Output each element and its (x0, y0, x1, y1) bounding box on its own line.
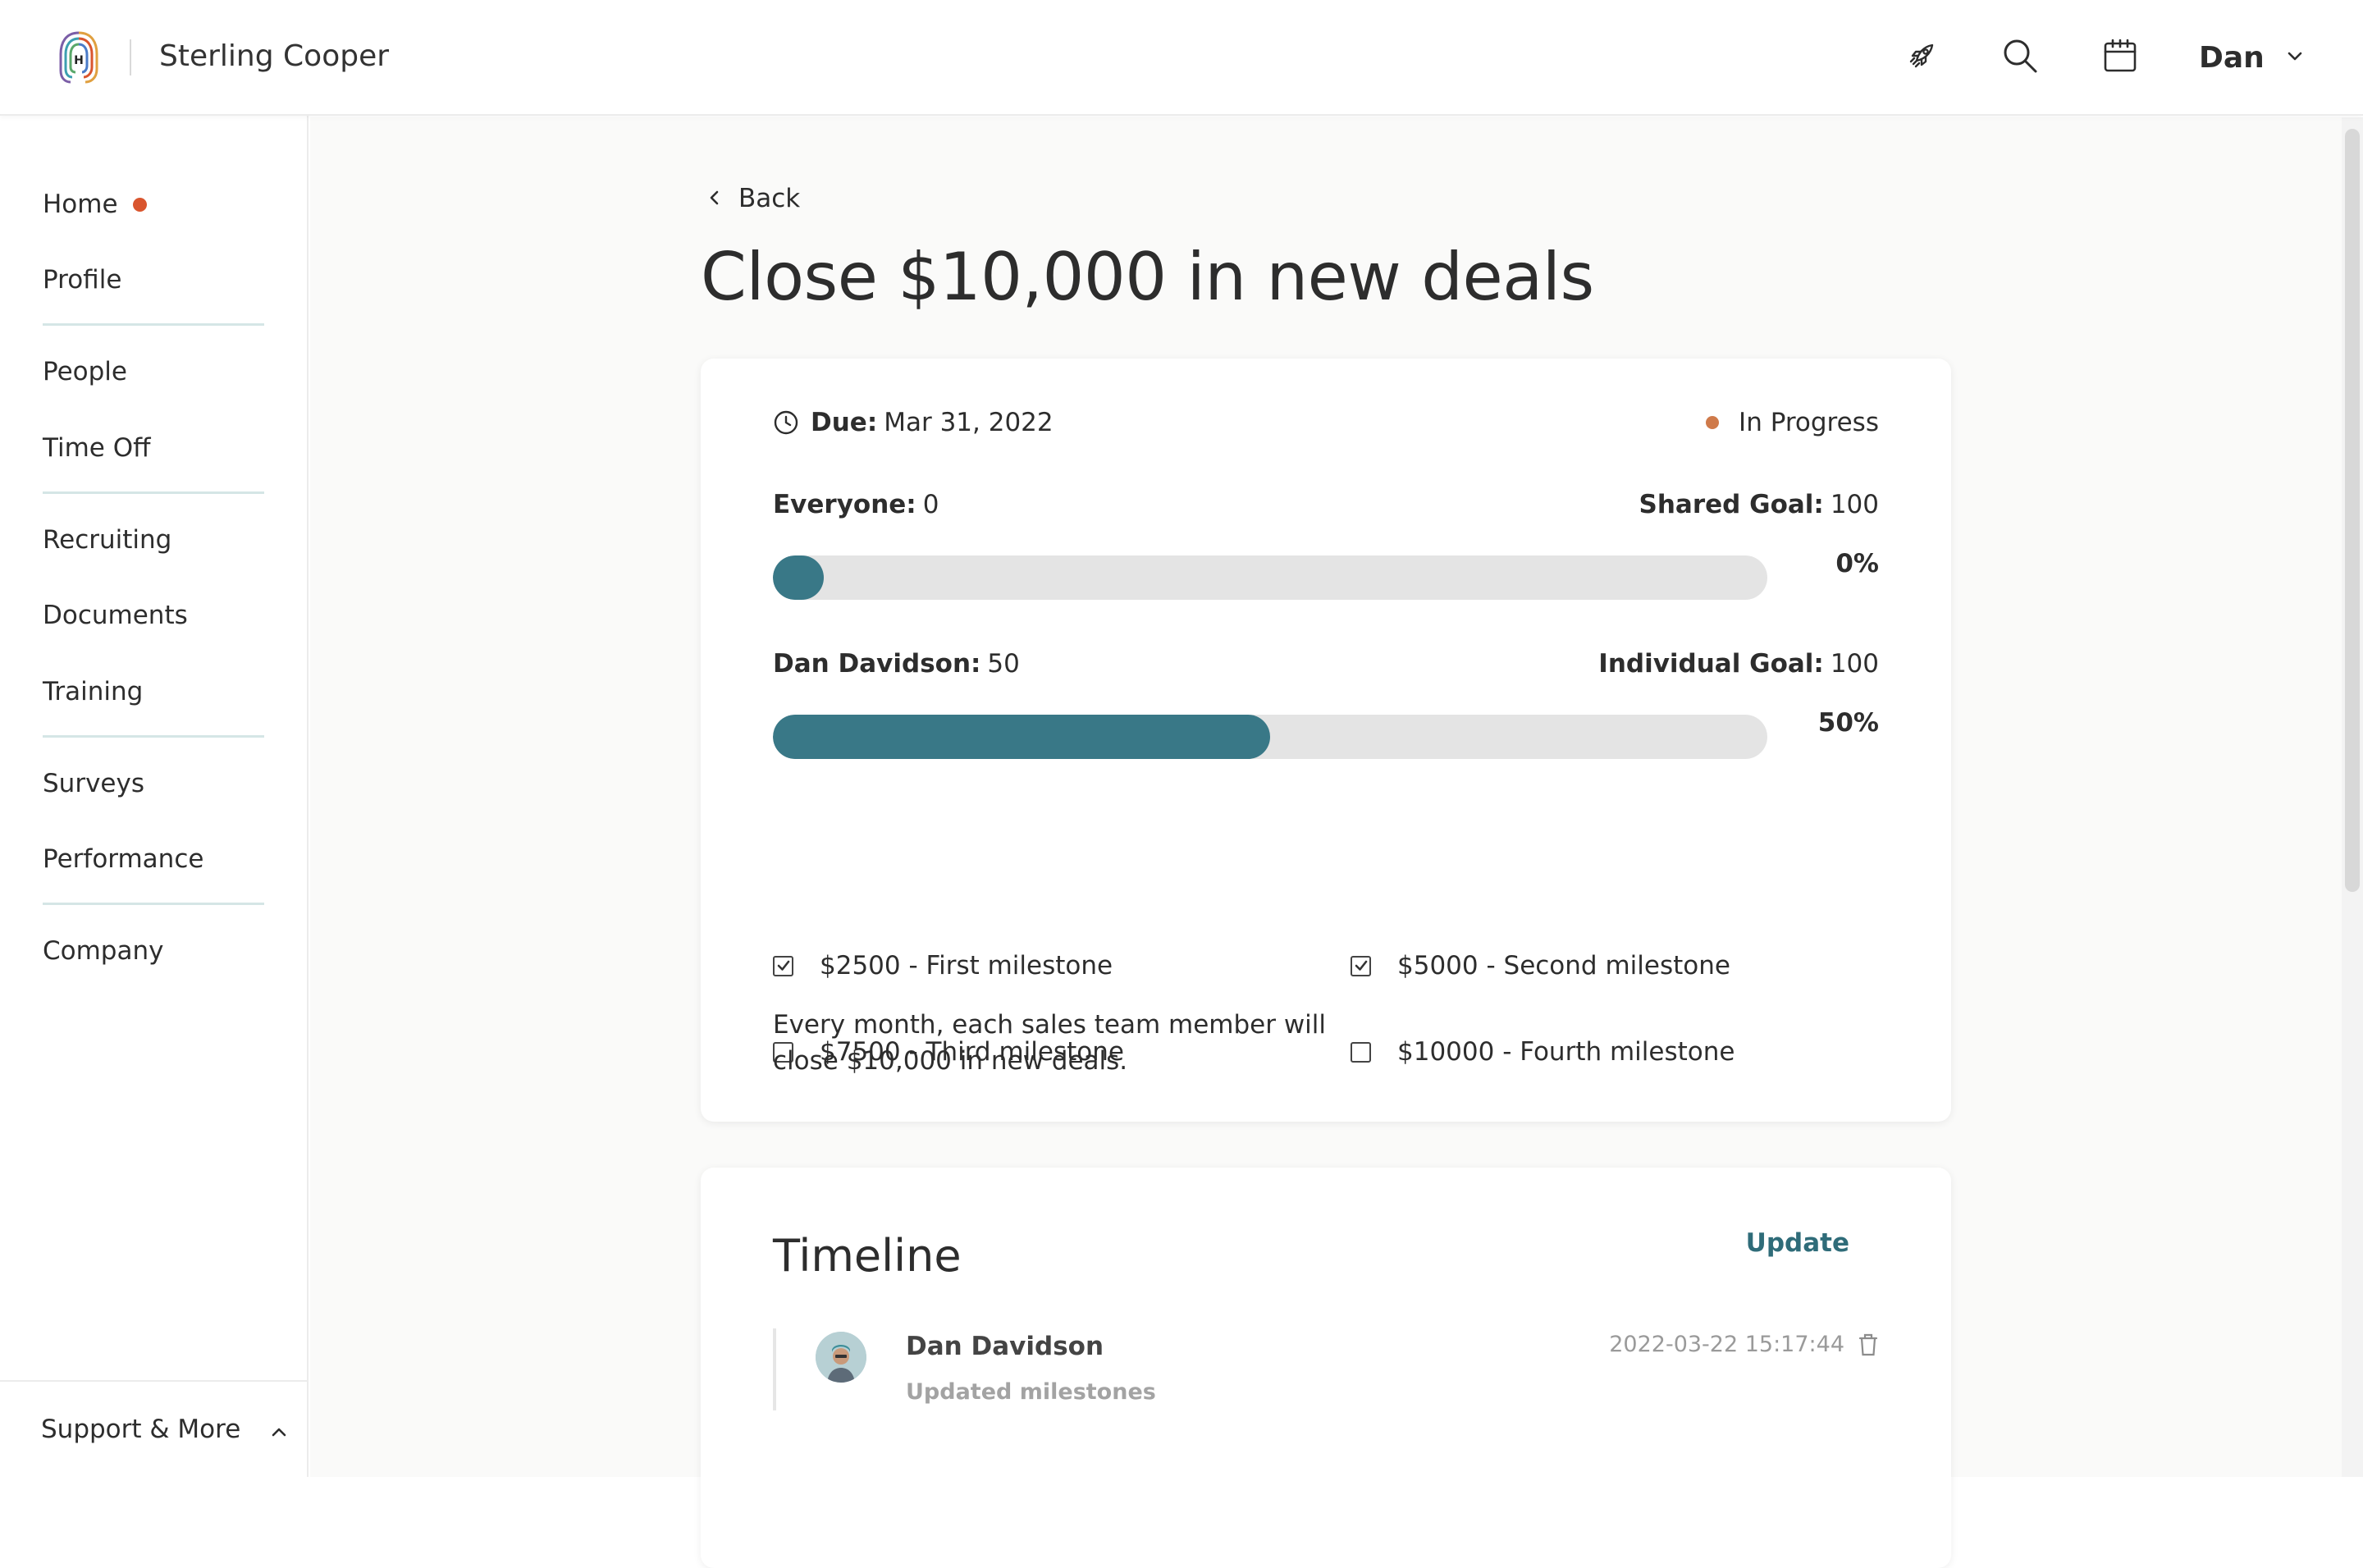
shared-progress-bar (773, 555, 1767, 600)
shared-percent: 0% (1835, 549, 1879, 578)
main-content: Back Close $10,000 in new deals Due: Mar… (310, 117, 2363, 1568)
avatar (816, 1332, 866, 1383)
sidebar-item-people[interactable]: People (43, 351, 127, 392)
individual-value: 50 (987, 649, 1020, 679)
progress-fill (773, 715, 1270, 759)
scrollbar-thumb[interactable] (2345, 129, 2360, 892)
milestone-checkbox[interactable] (1351, 955, 1371, 976)
brand-divider (130, 39, 131, 75)
goal-description: Every month, each sales team member will… (773, 1010, 1327, 1076)
goal-card: Due: Mar 31, 2022 In Progress Everyone: … (701, 359, 1951, 1122)
milestone-label: $2500 - First milestone (820, 951, 1113, 981)
chevron-up-icon (270, 1415, 288, 1444)
individual-name-label: Dan Davidson: (773, 649, 981, 679)
clock-icon (773, 409, 799, 436)
svg-text:H: H (74, 54, 84, 67)
sidebar-item-surveys[interactable]: Surveys (43, 763, 144, 804)
everyone-label: Everyone: (773, 490, 916, 519)
individual-goal-label: Individual Goal: 100 (1598, 646, 1879, 682)
timestamp: 2022-03-22 15:17:44 (1609, 1332, 1844, 1357)
individual-percent: 50% (1817, 708, 1879, 738)
status-dot (1706, 416, 1720, 429)
update-button[interactable]: Update (1746, 1228, 1849, 1258)
due-value: Mar 31, 2022 (884, 408, 1054, 437)
timeline-action: Updated milestones (906, 1379, 1156, 1405)
status-indicator: In Progress (1706, 405, 1879, 441)
everyone-value: 0 (922, 490, 939, 519)
sidebar-item-documents[interactable]: Documents (43, 595, 188, 636)
shared-progress-label: Everyone: 0 (773, 487, 939, 523)
sidebar-item-performance[interactable]: Performance (43, 839, 203, 880)
individual-goal-value: 100 (1830, 649, 1879, 679)
sidebar-item-recruiting[interactable]: Recruiting (43, 519, 171, 560)
individual-progress-label: Dan Davidson: 50 (773, 646, 1020, 682)
sidebar-item-label: Company (43, 936, 164, 966)
sidebar-item-profile[interactable]: Profile (43, 259, 121, 300)
company-logo-icon[interactable]: H (54, 28, 103, 87)
timeline-date: 2022-03-22 15:17:44 (1609, 1332, 1879, 1357)
milestone-label: $5000 - Second milestone (1397, 951, 1730, 981)
milestone-item[interactable]: $10000 - Fourth milestone (1351, 1034, 1735, 1070)
chevron-down-icon (2286, 50, 2304, 66)
trash-icon[interactable] (1858, 1333, 1879, 1357)
sidebar-item-time-off[interactable]: Time Off (43, 427, 150, 469)
timeline-line (773, 1328, 776, 1410)
sidebar: Home Profile People Time Off Recruiting … (0, 116, 309, 1477)
top-bar: H Sterling Cooper Dan (0, 0, 2363, 116)
sidebar-divider (43, 735, 264, 738)
back-link[interactable]: Back (709, 178, 800, 219)
sidebar-item-label: Home (43, 190, 118, 219)
sidebar-item-label: Time Off (43, 433, 151, 463)
milestone-item[interactable]: $2500 - First milestone (773, 948, 1113, 984)
back-label: Back (738, 184, 801, 213)
due-label: Due: (811, 408, 878, 437)
progress-fill (773, 555, 824, 600)
shared-goal-value: 100 (1830, 490, 1879, 519)
company-name: Sterling Cooper (159, 39, 390, 73)
check-icon (1355, 960, 1367, 971)
timeline-title: Timeline (773, 1230, 962, 1282)
shared-goal-label: Shared Goal: 100 (1639, 487, 1879, 523)
due-date: Due: Mar 31, 2022 (773, 405, 1054, 441)
sidebar-item-home[interactable]: Home (43, 184, 147, 225)
sidebar-item-label: Profile (43, 265, 122, 295)
scrollbar[interactable] (2342, 117, 2363, 1477)
search-icon[interactable] (1997, 33, 2043, 79)
milestone-item[interactable]: $5000 - Second milestone (1351, 948, 1730, 984)
sidebar-divider (43, 903, 264, 905)
timeline-card: Timeline Update Dan Davidson Updated mil… (701, 1168, 1951, 1568)
status-label: In Progress (1739, 408, 1879, 437)
sidebar-item-label: Documents (43, 601, 188, 630)
sidebar-divider (43, 491, 264, 494)
sidebar-item-label: People (43, 357, 127, 386)
timeline-author: Dan Davidson (906, 1332, 1104, 1361)
rocket-icon[interactable] (1899, 33, 1945, 79)
milestone-checkbox[interactable] (773, 955, 793, 976)
sidebar-item-label: Recruiting (43, 525, 172, 555)
user-name: Dan (2199, 40, 2265, 75)
support-and-more-button[interactable]: Support & More (0, 1380, 309, 1477)
sidebar-item-label: Surveys (43, 769, 144, 798)
sidebar-item-company[interactable]: Company (43, 930, 163, 971)
sidebar-divider (43, 323, 264, 326)
page-title: Close $10,000 in new deals (701, 239, 1594, 315)
check-icon (777, 960, 789, 971)
milestone-label: $10000 - Fourth milestone (1397, 1037, 1735, 1067)
individual-goal-title: Individual Goal: (1598, 649, 1824, 679)
individual-progress-bar (773, 715, 1767, 759)
support-label: Support & More (41, 1415, 241, 1444)
calendar-icon[interactable] (2097, 33, 2143, 79)
sidebar-item-training[interactable]: Training (43, 671, 143, 712)
chevron-left-icon (709, 184, 720, 213)
sidebar-item-label: Training (43, 677, 144, 706)
notification-dot (132, 197, 147, 212)
shared-goal-title: Shared Goal: (1639, 490, 1824, 519)
sidebar-item-label: Performance (43, 844, 204, 874)
user-menu[interactable]: Dan (2199, 36, 2304, 79)
